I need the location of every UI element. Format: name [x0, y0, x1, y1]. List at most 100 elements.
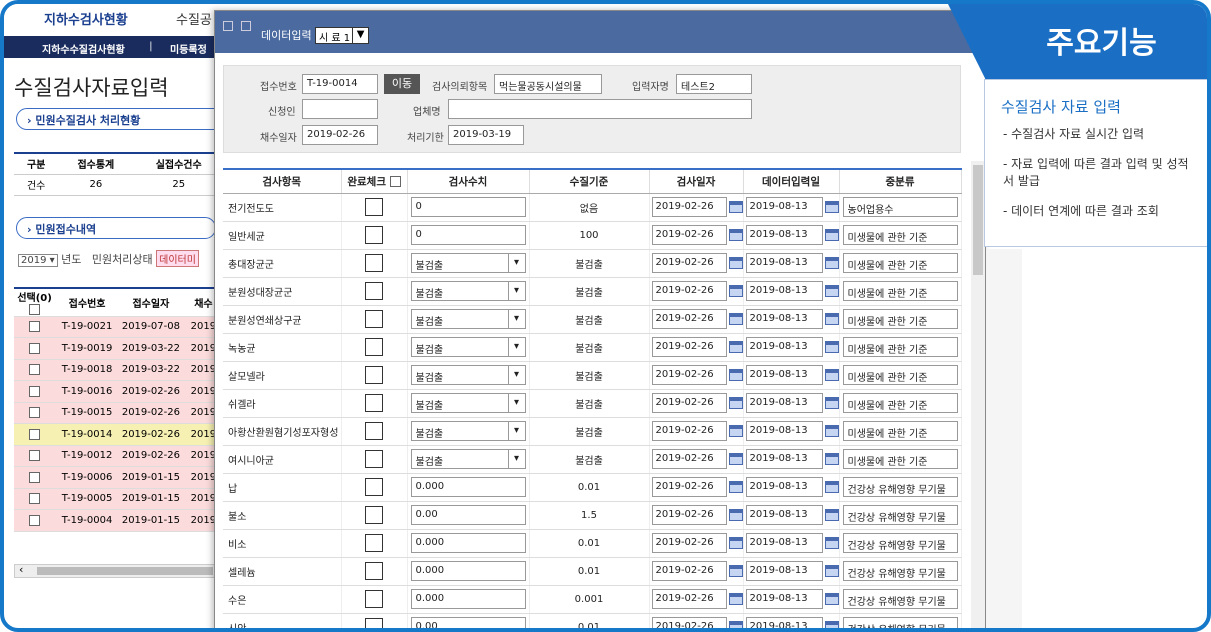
input-date-input[interactable]: 2019-08-13 — [745, 421, 823, 441]
row-checkbox[interactable] — [29, 471, 41, 483]
test-date-input[interactable]: 2019-02-26 — [651, 393, 727, 413]
sample-date-field[interactable]: 2019-02-26 — [302, 125, 378, 145]
value-select[interactable]: 불검출 ▾ — [410, 449, 526, 469]
row-checkbox[interactable] — [29, 428, 41, 440]
move-button[interactable]: 이동 — [384, 74, 420, 94]
complete-checkbox[interactable] — [365, 618, 383, 628]
subnav-item-groundwater-test[interactable]: 지하수수질검사현황 — [42, 41, 125, 56]
row-checkbox[interactable] — [29, 364, 41, 375]
value-select[interactable]: 불검출 ▾ — [410, 309, 526, 329]
subnav-item-unregistered[interactable]: 미등록정 — [170, 41, 207, 56]
row-checkbox[interactable] — [29, 450, 41, 461]
input-date-input[interactable]: 2019-08-13 — [745, 589, 823, 609]
value-select[interactable]: 불검출 ▾ — [410, 281, 526, 301]
test-date-input[interactable]: 2019-02-26 — [651, 421, 727, 441]
complete-checkbox[interactable] — [365, 534, 383, 552]
input-date-input[interactable]: 2019-08-13 — [745, 225, 823, 245]
minimize-icon[interactable] — [223, 21, 233, 31]
request-item-field[interactable]: 먹는물공동시설의물 — [494, 74, 602, 94]
input-date-input[interactable]: 2019-08-13 — [745, 337, 823, 357]
calendar-icon[interactable] — [824, 369, 838, 381]
calendar-icon[interactable] — [824, 593, 838, 605]
calendar-icon[interactable] — [824, 509, 838, 521]
input-date-input[interactable]: 2019-08-13 — [745, 281, 823, 301]
test-date-input[interactable]: 2019-02-26 — [651, 561, 727, 581]
value-input[interactable]: 0.000 — [410, 477, 526, 497]
calendar-icon[interactable] — [824, 201, 838, 213]
value-input[interactable]: 0 — [410, 225, 526, 245]
scroll-left-icon[interactable]: ‹ — [19, 563, 23, 576]
calendar-icon[interactable] — [824, 397, 838, 409]
list-row[interactable]: T-19-0021 2019-07-08 2019 — [14, 316, 224, 338]
calendar-icon[interactable] — [824, 453, 838, 465]
calendar-icon[interactable] — [824, 565, 838, 577]
complete-checkbox[interactable] — [365, 562, 383, 580]
category-input[interactable]: 미생물에 관한 기준 — [842, 309, 958, 329]
test-date-input[interactable]: 2019-02-26 — [651, 253, 727, 273]
calendar-icon[interactable] — [824, 621, 838, 628]
test-date-input[interactable]: 2019-02-26 — [651, 505, 727, 525]
company-field[interactable] — [448, 99, 752, 119]
complete-checkbox[interactable] — [365, 478, 383, 496]
input-date-input[interactable]: 2019-08-13 — [745, 505, 823, 525]
row-checkbox[interactable] — [29, 342, 41, 354]
list-row[interactable]: T-19-0012 2019-02-26 2019 — [14, 445, 224, 467]
complete-checkbox[interactable] — [365, 282, 383, 300]
complete-checkbox[interactable] — [365, 450, 383, 468]
value-input[interactable]: 0.00 — [410, 617, 526, 628]
row-checkbox[interactable] — [29, 407, 41, 418]
calendar-icon[interactable] — [728, 285, 742, 297]
calendar-icon[interactable] — [728, 397, 742, 409]
calendar-icon[interactable] — [728, 229, 742, 241]
category-input[interactable]: 미생물에 관한 기준 — [842, 421, 958, 441]
input-date-input[interactable]: 2019-08-13 — [745, 477, 823, 497]
deadline-field[interactable]: 2019-03-19 — [448, 125, 524, 145]
calendar-icon[interactable] — [728, 425, 742, 437]
calendar-icon[interactable] — [728, 201, 742, 213]
test-date-input[interactable]: 2019-02-26 — [651, 225, 727, 245]
calendar-icon[interactable] — [824, 481, 838, 493]
value-select[interactable]: 불검출 ▾ — [410, 421, 526, 441]
applicant-field[interactable] — [302, 99, 378, 119]
category-input[interactable]: 미생물에 관한 기준 — [842, 365, 958, 385]
test-date-input[interactable]: 2019-02-26 — [651, 533, 727, 553]
test-date-input[interactable]: 2019-02-26 — [651, 309, 727, 329]
input-date-input[interactable]: 2019-08-13 — [745, 449, 823, 469]
test-date-input[interactable]: 2019-02-26 — [651, 589, 727, 609]
calendar-icon[interactable] — [728, 453, 742, 465]
category-input[interactable]: 건강상 유해영향 무기물 — [842, 533, 958, 553]
category-input[interactable]: 미생물에 관한 기준 — [842, 225, 958, 245]
row-checkbox[interactable] — [29, 385, 41, 397]
receipt-no-field[interactable]: T-19-0014 — [302, 74, 378, 94]
category-input[interactable]: 건강상 유해영향 무기물 — [842, 477, 958, 497]
list-row[interactable]: T-19-0005 2019-01-15 2019 — [14, 488, 224, 510]
complete-checkbox[interactable] — [365, 226, 383, 244]
calendar-icon[interactable] — [824, 537, 838, 549]
calendar-icon[interactable] — [728, 257, 742, 269]
row-checkbox[interactable] — [29, 321, 41, 332]
input-date-input[interactable]: 2019-08-13 — [745, 393, 823, 413]
input-date-input[interactable]: 2019-08-13 — [745, 365, 823, 385]
category-input[interactable]: 미생물에 관한 기준 — [842, 449, 958, 469]
calendar-icon[interactable] — [728, 481, 742, 493]
select-all-checkbox[interactable] — [29, 304, 41, 315]
status-select[interactable]: 데이터미 — [156, 250, 199, 267]
category-input[interactable]: 미생물에 관한 기준 — [842, 253, 958, 273]
test-date-input[interactable]: 2019-02-26 — [651, 449, 727, 469]
complete-checkbox[interactable] — [365, 310, 383, 328]
calendar-icon[interactable] — [728, 313, 742, 325]
category-input[interactable]: 건강상 유해영향 무기물 — [842, 589, 958, 609]
category-input[interactable]: 미생물에 관한 기준 — [842, 337, 958, 357]
calendar-icon[interactable] — [728, 537, 742, 549]
input-date-input[interactable]: 2019-08-13 — [745, 197, 823, 217]
input-date-input[interactable]: 2019-08-13 — [745, 253, 823, 273]
value-input[interactable]: 0.000 — [410, 589, 526, 609]
value-input[interactable]: 0 — [410, 197, 526, 217]
maximize-icon[interactable] — [241, 21, 251, 31]
list-row[interactable]: T-19-0018 2019-03-22 2019 — [14, 359, 224, 381]
calendar-icon[interactable] — [824, 229, 838, 241]
complete-checkbox[interactable] — [365, 422, 383, 440]
list-row[interactable]: T-19-0004 2019-01-15 2019 — [14, 509, 224, 532]
input-date-input[interactable]: 2019-08-13 — [745, 617, 823, 628]
writer-field[interactable]: 테스트2 — [676, 74, 752, 94]
